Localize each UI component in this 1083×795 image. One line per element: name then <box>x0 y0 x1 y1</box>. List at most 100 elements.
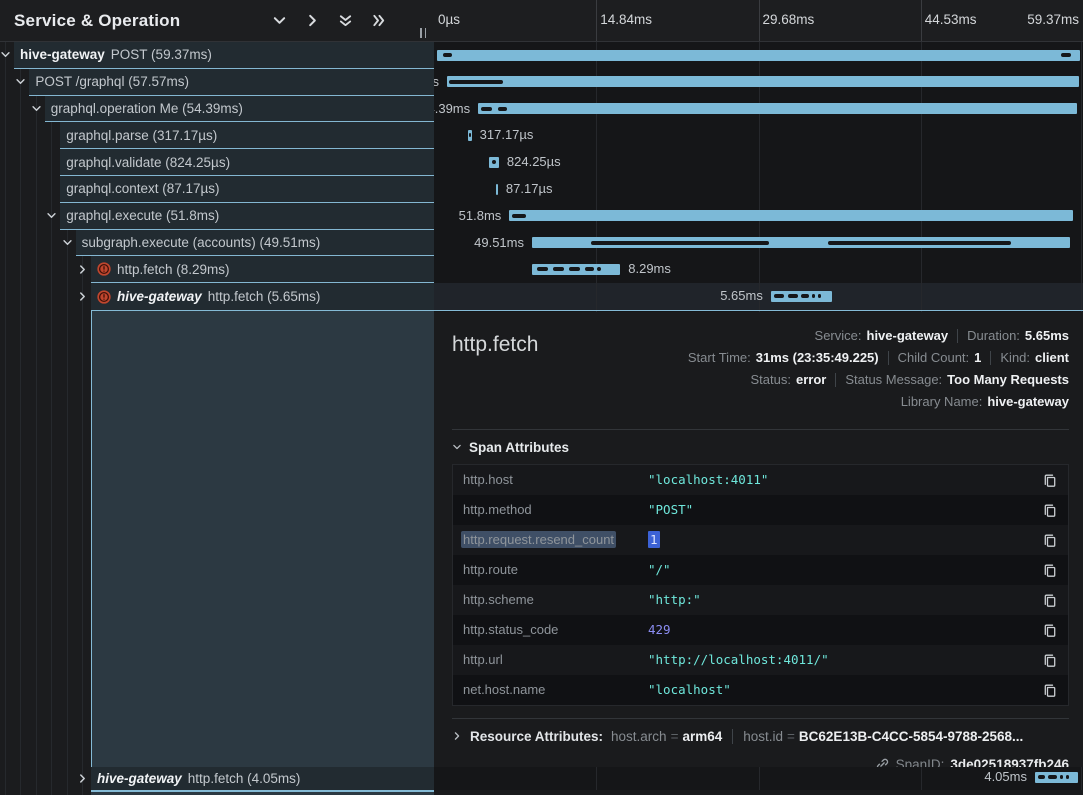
chevron-down-icon[interactable] <box>272 13 287 28</box>
error-icon <box>97 290 111 304</box>
chevron-right-icon[interactable] <box>77 773 88 784</box>
span-row[interactable]: http.fetch (8.29ms) <box>91 256 434 283</box>
resource-key: host.arch <box>611 729 667 744</box>
attribute-value: "/" <box>648 562 1042 577</box>
meta-key: Service: <box>815 328 862 343</box>
chevron-down-icon[interactable] <box>31 103 42 114</box>
span-row[interactable]: graphql.validate (824.25µs) <box>60 149 434 176</box>
bar-dash-segment <box>597 267 601 271</box>
copy-icon[interactable] <box>1042 622 1058 638</box>
span-operation-label: http.fetch (4.05ms) <box>188 771 301 786</box>
span-row[interactable]: graphql.parse (317.17µs) <box>60 122 434 149</box>
double-chevron-down-icon[interactable] <box>338 13 353 28</box>
resource-attributes-preview: host.arch=arm64host.id=BC62E13B-C4CC-585… <box>611 729 1023 745</box>
double-chevron-right-icon[interactable] <box>371 13 386 28</box>
chevron-right-icon[interactable] <box>77 291 88 302</box>
bar-duration-label: 51.8ms <box>459 208 502 223</box>
span-duration-bar[interactable] <box>532 237 1070 248</box>
bar-dash-segment <box>585 267 594 271</box>
span-duration-bar[interactable] <box>478 103 1077 114</box>
span-duration-bar[interactable] <box>468 130 472 141</box>
divider <box>452 429 1069 430</box>
chevron-down-icon[interactable] <box>0 49 11 60</box>
selected-row-divider <box>434 310 1083 312</box>
span-row[interactable]: hive-gateway POST (59.37ms) <box>14 42 434 69</box>
chevron-down-icon[interactable] <box>62 237 73 248</box>
span-row[interactable]: graphql.execute (51.8ms) <box>60 203 434 230</box>
attribute-key: http.scheme <box>463 592 648 607</box>
bar-duration-label: 5.65ms <box>720 288 763 303</box>
chevron-down-icon[interactable] <box>15 76 26 87</box>
copy-icon[interactable] <box>1042 532 1058 548</box>
span-row[interactable]: graphql.context (87.17µs) <box>60 176 434 203</box>
attribute-row: http.host"localhost:4011" <box>453 465 1068 495</box>
span-service-name: hive-gateway <box>20 47 105 62</box>
copy-icon[interactable] <box>1042 472 1058 488</box>
copy-icon[interactable] <box>1042 652 1058 668</box>
span-id-row: SpanID: 3de02518937fb246 <box>452 757 1069 767</box>
trace-viewer: Service & Operation hive-gatewayPOST (59… <box>0 0 1083 795</box>
error-icon <box>97 262 111 276</box>
span-title: http.fetch <box>452 325 538 357</box>
bottom-row-divider <box>91 790 434 792</box>
copy-icon[interactable] <box>1042 592 1058 608</box>
bar-dash-segment <box>569 267 580 271</box>
bar-duration-label: 54.39ms <box>434 101 470 116</box>
attribute-value: 429 <box>648 622 1042 637</box>
chevron-down-icon[interactable] <box>46 210 57 221</box>
span-duration-bar[interactable] <box>447 76 1079 87</box>
span-operation-label: http.fetch (5.65ms) <box>208 289 321 304</box>
ruler-gridline <box>759 0 760 41</box>
bar-dash-segment <box>537 267 548 271</box>
span-service-name: hive-gateway <box>97 771 182 786</box>
span-row[interactable]: subgraph.execute (accounts) (49.51ms) <box>76 230 434 257</box>
attribute-value: 1 <box>648 532 1042 547</box>
meta-key: Library Name: <box>901 394 983 409</box>
span-duration-bar[interactable] <box>771 291 832 302</box>
attribute-key: http.request.resend_count <box>463 532 648 547</box>
copy-icon[interactable] <box>1042 562 1058 578</box>
pane-resizer-handle[interactable] <box>420 28 426 38</box>
bar-duration-label: 824.25µs <box>507 154 561 169</box>
copy-icon[interactable] <box>1042 682 1058 698</box>
span-duration-bar[interactable] <box>532 264 620 275</box>
attribute-key: http.url <box>463 652 648 667</box>
time-tick-label: 0µs <box>438 12 460 27</box>
ruler-gridline <box>921 0 922 41</box>
resource-value: BC62E13B-C4CC-5854-9788-2568... <box>799 729 1023 744</box>
chevron-right-icon[interactable] <box>305 13 320 28</box>
bar-dash-segment <box>1066 775 1069 779</box>
span-duration-bar[interactable] <box>509 210 1073 221</box>
attribute-value: "localhost" <box>648 682 1042 697</box>
bar-dash-segment <box>1038 775 1046 779</box>
span-operation-label: POST (59.37ms) <box>111 47 212 62</box>
span-row[interactable]: POST /graphql (57.57ms) <box>29 69 434 96</box>
span-duration-bar[interactable] <box>489 157 499 168</box>
bar-dash-segment <box>553 267 564 271</box>
span-operation-label: subgraph.execute (accounts) (49.51ms) <box>82 235 321 250</box>
span-row[interactable]: graphql.operation Me (54.39ms) <box>45 96 434 123</box>
indent-guide <box>51 42 52 795</box>
resource-attributes-row[interactable]: Resource Attributes: host.arch=arm64host… <box>452 729 1069 745</box>
span-operation-label: POST /graphql (57.57ms) <box>35 74 189 89</box>
bar-dash-segment <box>788 294 798 298</box>
chevron-right-icon[interactable] <box>77 264 88 275</box>
span-attributes-header[interactable]: Span Attributes <box>452 440 1069 455</box>
resource-key: host.id <box>743 729 783 744</box>
bar-duration-label: 57.57ms <box>434 74 439 89</box>
copy-icon[interactable] <box>1042 502 1058 518</box>
span-duration-bar[interactable] <box>437 50 1081 61</box>
bar-dash-segment <box>774 294 784 298</box>
span-duration-bar[interactable] <box>1035 772 1078 783</box>
span-operation-label: graphql.context (87.17µs) <box>66 181 219 196</box>
bar-dash-segment <box>443 53 452 57</box>
span-duration-bar[interactable] <box>496 184 498 195</box>
attribute-value: "http://localhost:4011/" <box>648 652 1042 667</box>
span-row[interactable]: hive-gateway http.fetch (4.05ms) <box>91 767 434 790</box>
bar-dash-segment <box>801 294 808 298</box>
resource-attributes-title: Resource Attributes: <box>470 729 603 744</box>
attribute-value: "POST" <box>648 502 1042 517</box>
link-icon[interactable] <box>875 757 890 767</box>
bar-dash-segment <box>498 107 506 111</box>
span-row[interactable]: hive-gatewayhttp.fetch (5.65ms) <box>91 283 434 310</box>
